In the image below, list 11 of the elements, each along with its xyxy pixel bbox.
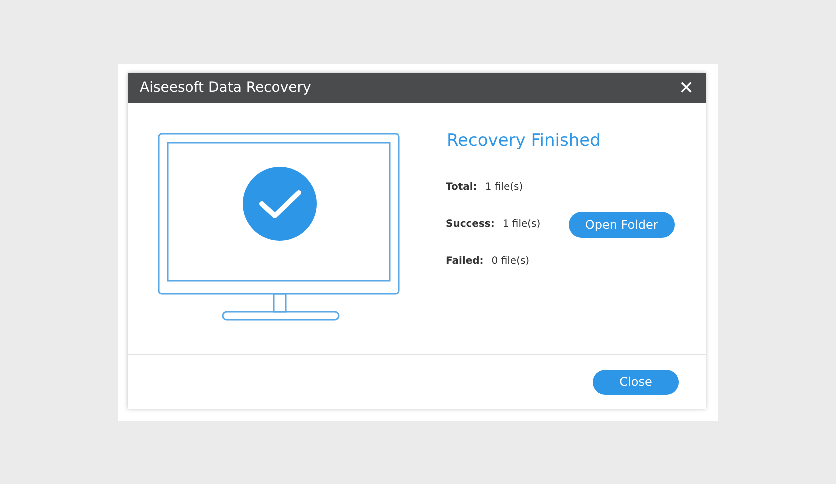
open-folder-button[interactable]: Open Folder (568, 212, 675, 238)
stat-value: 1 file(s) (502, 219, 542, 230)
stat-value: 0 file(s) (492, 256, 531, 267)
status-heading: Recovery Finished (447, 131, 602, 151)
close-button[interactable]: ✕ (679, 79, 694, 97)
stat-value: 1 file(s) (485, 182, 524, 193)
stat-label: Total: (446, 182, 478, 193)
stat-label: Failed: (446, 256, 484, 267)
stat-label: Success: (446, 219, 495, 230)
close-dialog-button[interactable]: Close (593, 370, 679, 394)
window-title: Aiseesoft Data Recovery (140, 80, 312, 96)
